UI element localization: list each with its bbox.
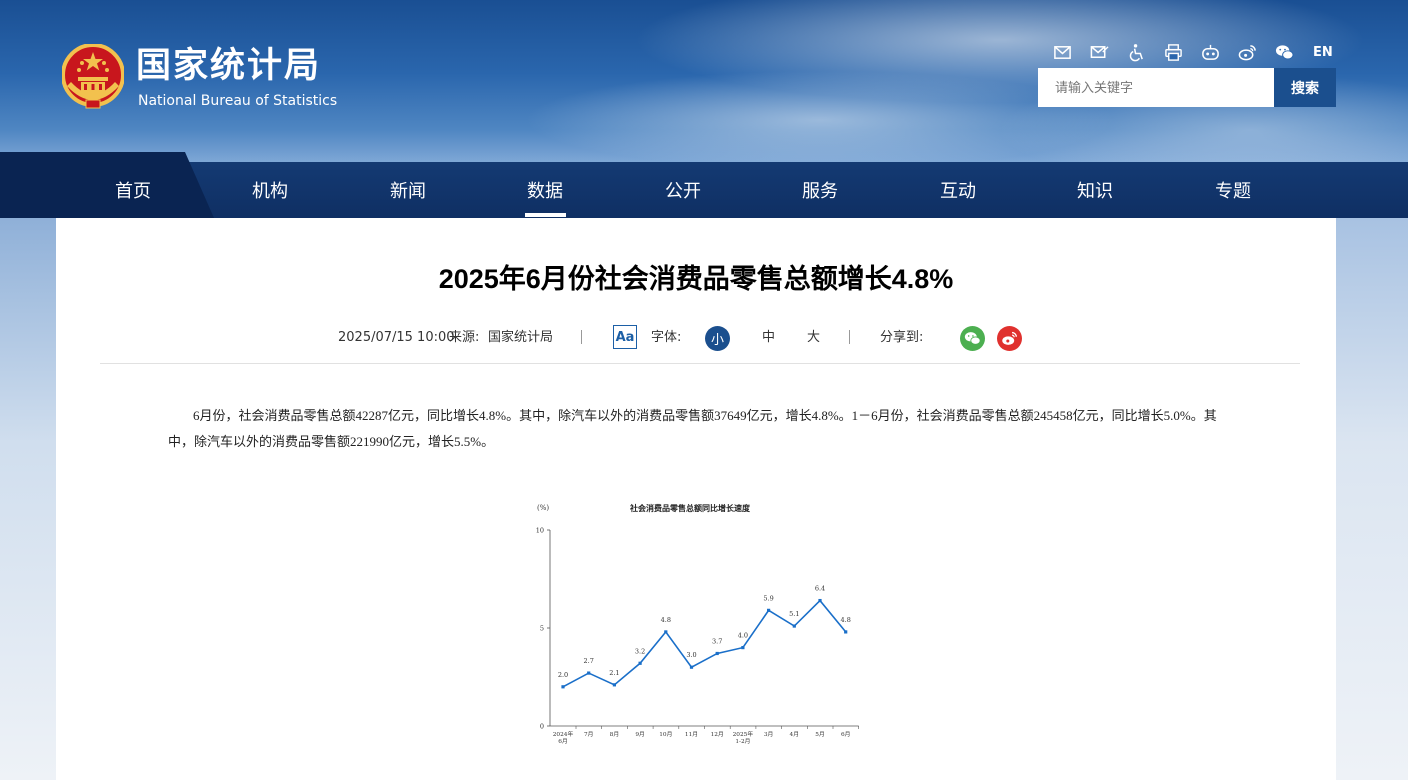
font-size-medium-button[interactable]: 中 (762, 326, 775, 350)
share-wechat-icon[interactable] (960, 326, 985, 351)
chart-x-tick-label: 6月 (841, 731, 851, 738)
nav-item-news[interactable]: 新闻 (353, 162, 463, 218)
page-backdrop-left (0, 218, 56, 780)
nav-item-public[interactable]: 公开 (628, 162, 738, 218)
chart-data-label: 5.1 (789, 610, 799, 618)
chart-title: 社会消费品零售总额同比增长速度 (629, 503, 751, 513)
chart-point (715, 651, 719, 656)
chart-point (664, 630, 668, 634)
national-emblem-logo[interactable] (62, 44, 124, 110)
chart-x-tick-label: 7月 (584, 731, 594, 738)
robot-icon[interactable] (1200, 42, 1220, 62)
font-size-large-button[interactable]: 大 (807, 326, 820, 350)
chart-x-tick-label: 10月 (659, 731, 672, 738)
chart-point (561, 685, 565, 689)
language-en-link[interactable]: EN (1313, 45, 1333, 60)
publish-date: 2025/07/15 10:00 (338, 330, 455, 345)
chart-x-tick-label: 2025年 1-2月 (733, 730, 754, 745)
chart-point (638, 661, 642, 665)
meta-divider (581, 330, 582, 344)
article-title: 2025年6月份社会消费品零售总额增长4.8% (438, 264, 954, 294)
nav-item-services[interactable]: 服务 (765, 162, 875, 218)
print-icon[interactable] (1163, 42, 1183, 62)
chart-point (689, 665, 694, 669)
weibo-icon[interactable] (1237, 42, 1257, 62)
chart-x-tick-label: 8月 (610, 731, 620, 738)
chart-data-label: 3.0 (686, 651, 696, 659)
chart-y-tick-label: 5 (540, 625, 544, 633)
article-divider (100, 363, 1300, 364)
chart-data-label: 4.0 (738, 632, 748, 640)
chart-data-label: 2.0 (558, 671, 568, 679)
mail-edit-icon[interactable] (1089, 42, 1109, 62)
mail-icon[interactable] (1052, 42, 1072, 62)
search-input[interactable] (1038, 68, 1274, 107)
chart-x-tick-label: 9月 (635, 731, 645, 738)
search-button[interactable]: 搜索 (1274, 68, 1336, 107)
chart-y-tick-label: 10 (536, 527, 544, 535)
page-backdrop-right (1336, 218, 1408, 780)
font-size-icon[interactable]: Aa (613, 325, 637, 349)
wechat-icon[interactable] (1274, 42, 1294, 62)
accessibility-icon[interactable] (1126, 42, 1146, 62)
chart-point (587, 671, 591, 675)
nav-active-indicator (525, 213, 566, 217)
chart-point (741, 646, 745, 650)
chart-series-line (562, 599, 847, 688)
nav-item-topics[interactable]: 专题 (1178, 162, 1288, 218)
chart-data-label: 5.9 (763, 594, 773, 602)
chart-y-axis-label: (%) (537, 504, 549, 512)
header-tools: EN (1052, 41, 1333, 63)
site-name-cn[interactable]: 国家统计局 (136, 46, 321, 86)
retail-growth-line-chart: (%) 社会消费品零售总额同比增长速度 0 5 10 2024年 6月 7月 8月 9月 10月… (536, 503, 860, 745)
chart-data-label: 4.8 (841, 616, 851, 624)
chart-data-label: 3.7 (712, 637, 722, 645)
nav-item-data[interactable]: 数据 (490, 162, 600, 218)
chart-point (818, 598, 822, 603)
share-label: 分享到: (880, 330, 924, 345)
chart-x-tick-label: 3月 (764, 731, 774, 738)
nav-item-knowledge[interactable]: 知识 (1040, 162, 1150, 218)
chart-data-label: 6.4 (815, 585, 825, 593)
article-body: 6月份，社会消费品零售总额42287亿元，同比增长4.8%。其中，除汽车以外的消… (168, 408, 1217, 449)
nav-item-home[interactable]: 首页 (78, 162, 188, 218)
chart-point (612, 683, 616, 687)
chart-x-tick-label: 5月 (815, 731, 825, 738)
share-weibo-icon[interactable] (997, 326, 1022, 351)
nav-item-interaction[interactable]: 互动 (903, 162, 1013, 218)
chart-data-label: 3.2 (635, 647, 645, 655)
chart-data-label: 2.7 (584, 657, 594, 665)
chart-x-tick-label: 11月 (685, 731, 698, 738)
chart-data-label: 2.1 (609, 669, 619, 677)
chart-point (767, 608, 771, 612)
chart-point (792, 624, 796, 628)
font-size-label: 字体: (651, 330, 682, 345)
chart-y-tick-label: 0 (540, 723, 544, 731)
source-label: 来源: (449, 330, 480, 345)
chart-x-tick-label: 4月 (790, 731, 800, 738)
nav-item-organization[interactable]: 机构 (215, 162, 325, 218)
site-name-en[interactable]: National Bureau of Statistics (138, 92, 337, 110)
chart-x-tick-label: 2024年 6月 (553, 730, 574, 745)
font-size-small-button[interactable]: 小 (705, 326, 730, 351)
chart-point (844, 630, 848, 634)
source-name: 国家统计局 (488, 330, 554, 345)
meta-divider (849, 330, 850, 344)
chart-data-label: 4.8 (661, 616, 671, 624)
chart-x-tick-label: 12月 (711, 731, 724, 738)
